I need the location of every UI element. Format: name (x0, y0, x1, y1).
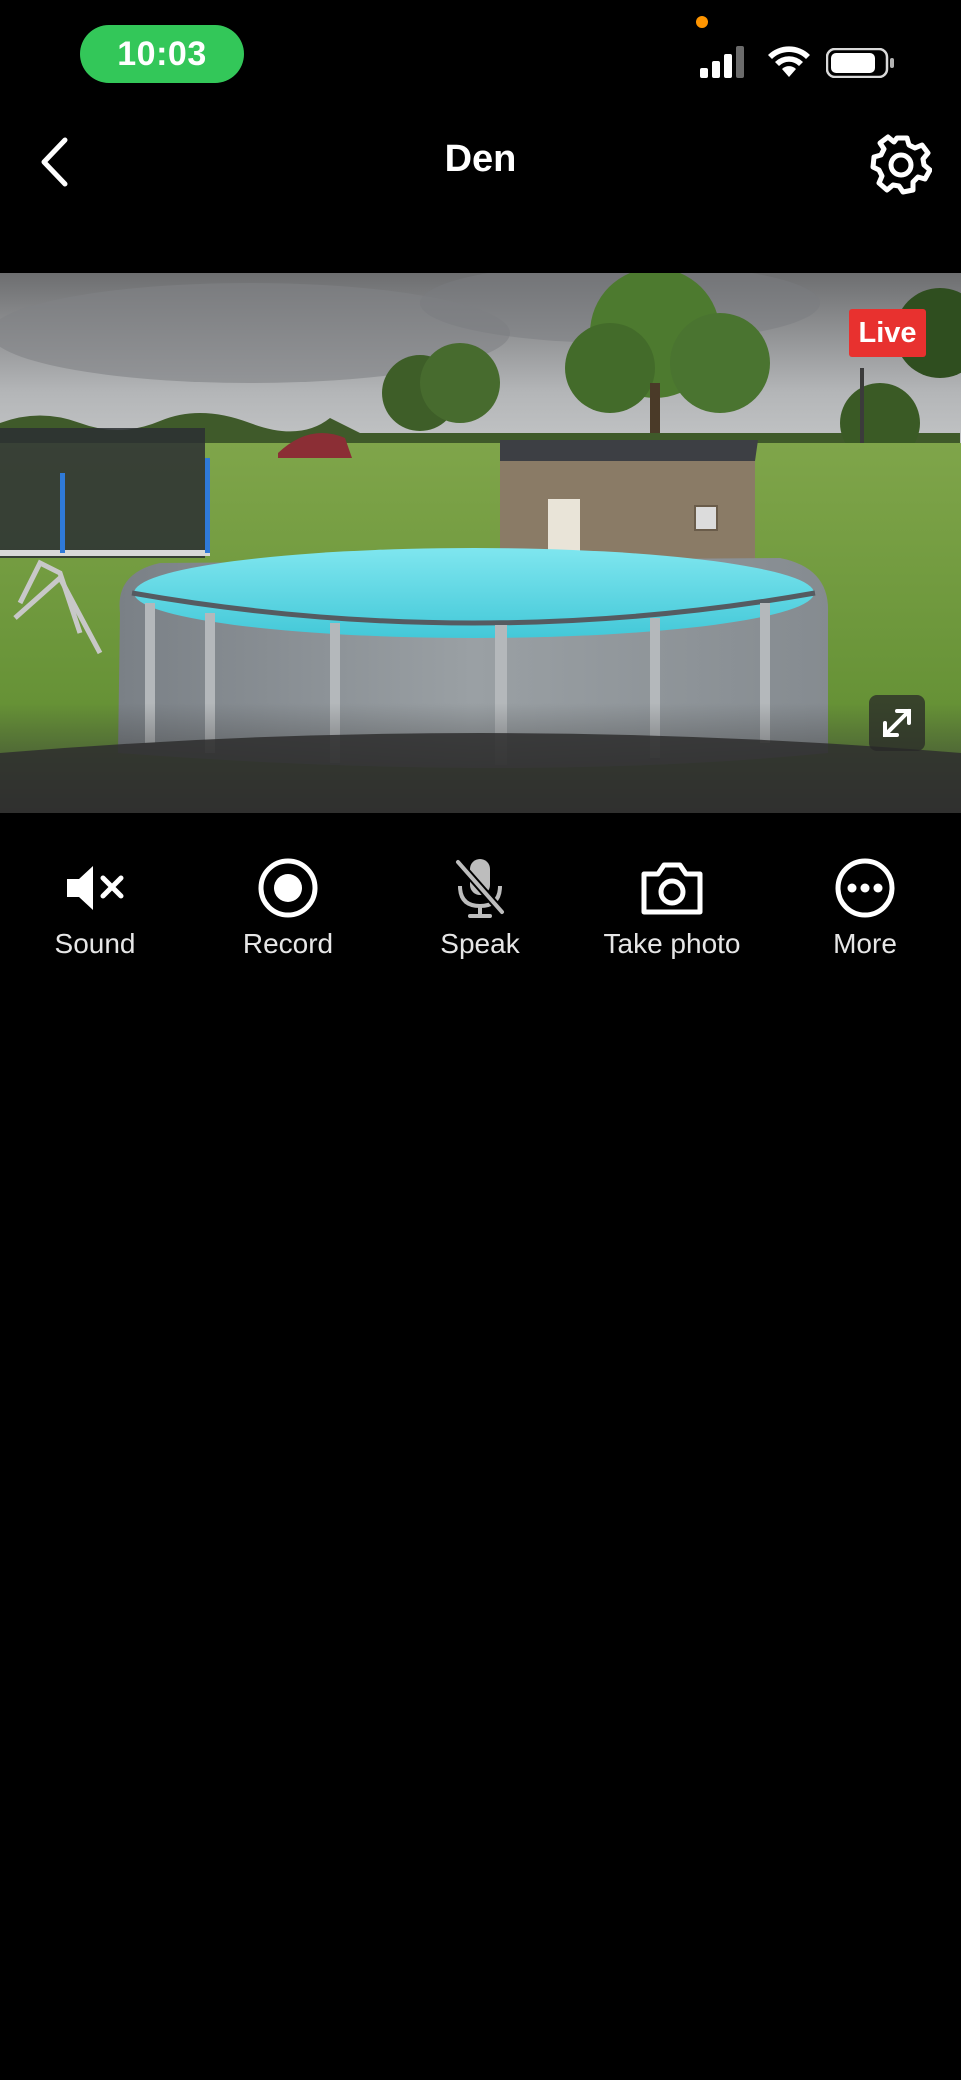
sound-label: Sound (54, 928, 136, 959)
nav-bar: Den (0, 120, 961, 210)
camera-feed-image (0, 273, 961, 813)
record-label: Record (242, 928, 334, 959)
speak-label: Speak (440, 928, 520, 959)
gear-icon (870, 134, 932, 195)
battery-icon (826, 48, 894, 78)
microphone-off-icon (454, 858, 506, 918)
privacy-indicator-dot (696, 16, 708, 28)
page-title: Den (444, 138, 517, 180)
camera-icon (641, 862, 703, 915)
live-badge: Live (849, 309, 926, 357)
camera-controls: Sound Record Speak Take photo More (0, 855, 961, 975)
record-button[interactable]: Record (198, 855, 378, 960)
expand-icon (883, 709, 911, 737)
fullscreen-button[interactable] (869, 695, 925, 751)
more-icon (835, 858, 895, 918)
speak-button[interactable]: Speak (390, 855, 570, 960)
take-photo-button[interactable]: Take photo (582, 855, 762, 960)
status-bar: 10:03 (0, 0, 961, 110)
speaker-muted-icon (67, 866, 124, 910)
record-icon (258, 858, 318, 918)
more-button[interactable]: More (775, 855, 955, 960)
wifi-icon (768, 46, 810, 77)
settings-button[interactable] (866, 130, 936, 200)
more-label: More (833, 928, 897, 959)
take-photo-label: Take photo (603, 928, 741, 959)
sound-button[interactable]: Sound (5, 855, 185, 960)
camera-live-feed[interactable]: Live (0, 273, 961, 813)
status-time: 10:03 (80, 25, 244, 83)
status-icons (700, 44, 900, 80)
cellular-signal-icon (700, 46, 744, 78)
